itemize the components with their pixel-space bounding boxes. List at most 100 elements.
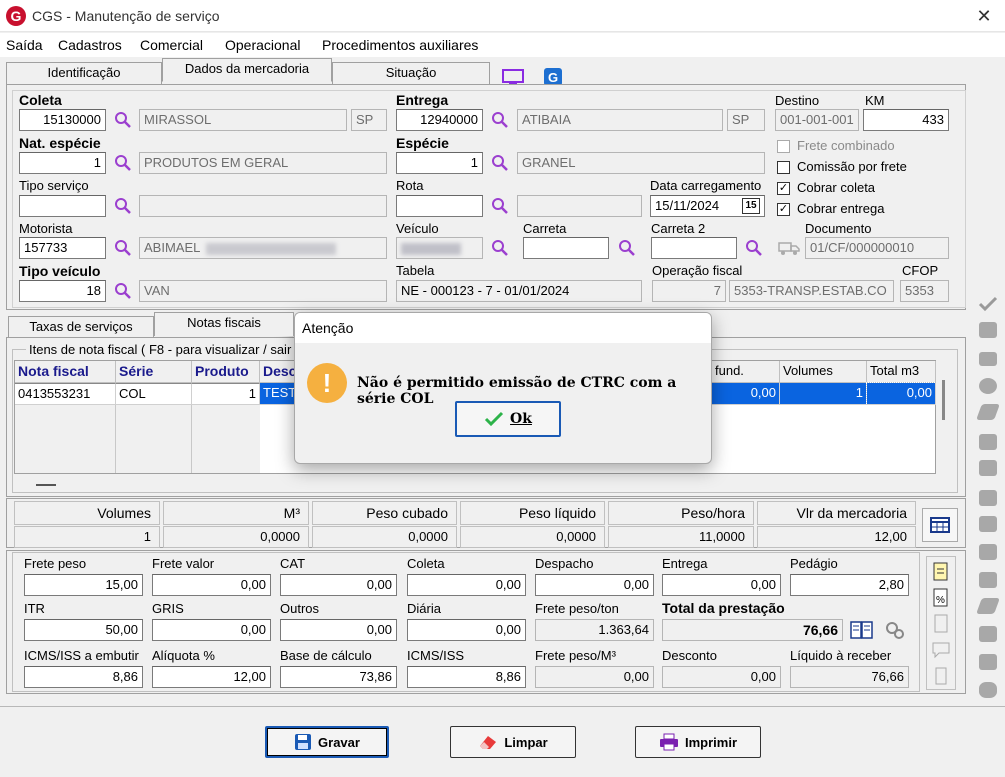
robot-icon[interactable] <box>979 322 997 338</box>
clear-button[interactable]: Limpar <box>450 726 576 758</box>
tab-identificacao[interactable]: Identificação <box>6 62 162 84</box>
despacho-input[interactable]: 0,00 <box>535 574 654 596</box>
veiculo-input[interactable] <box>396 237 483 259</box>
close-icon[interactable]: ✕ <box>972 4 996 28</box>
tab-label: Identificação <box>47 65 121 80</box>
frete-valor-input[interactable]: 0,00 <box>152 574 271 596</box>
diaria-input[interactable]: 0,00 <box>407 619 526 641</box>
gris-input[interactable]: 0,00 <box>152 619 271 641</box>
forward-doc-icon[interactable] <box>979 434 997 450</box>
menu-procedimentos[interactable]: Procedimentos auxiliares <box>322 37 478 53</box>
frete-peso-input[interactable]: 15,00 <box>24 574 143 596</box>
nat-especie-code-input[interactable]: 1 <box>19 152 106 174</box>
cell-produto[interactable]: 1 <box>192 383 260 405</box>
carreta-input[interactable] <box>523 237 609 259</box>
percent-doc-icon[interactable]: % <box>932 588 950 608</box>
col-fund[interactable]: fund. <box>712 361 780 383</box>
sum-vlr-mercadoria: 12,00 <box>757 526 916 548</box>
search-icon[interactable] <box>745 239 763 257</box>
tipo-veiculo-code-input[interactable]: 18 <box>19 280 106 302</box>
col-total-m3[interactable]: Total m3 <box>867 361 936 383</box>
pedagio-input[interactable]: 2,80 <box>790 574 909 596</box>
device-icon[interactable] <box>932 666 950 686</box>
puzzle-icon[interactable] <box>979 516 997 532</box>
aliquota-input[interactable]: 12,00 <box>152 666 271 688</box>
circle-icon[interactable] <box>979 378 997 394</box>
base-calculo-input[interactable]: 73,86 <box>280 666 397 688</box>
search-icon[interactable] <box>114 197 132 215</box>
carreta2-input[interactable] <box>651 237 737 259</box>
sum-header: Peso líquido <box>460 501 605 525</box>
cobrar-coleta-checkbox[interactable]: ✓ <box>777 182 790 195</box>
ciot-icon[interactable] <box>979 352 997 366</box>
tabela-field[interactable]: NE - 000123 - 7 - 01/01/2024 <box>396 280 642 302</box>
warning-icon: ! <box>307 363 347 403</box>
icms-embutir-input[interactable]: 8,86 <box>24 666 143 688</box>
search-icon[interactable] <box>618 239 636 257</box>
entrega-valor-input[interactable]: 0,00 <box>662 574 781 596</box>
col-volumes[interactable]: Volumes <box>780 361 867 383</box>
cobrar-entrega-checkbox[interactable]: ✓ <box>777 203 790 216</box>
cell-fund[interactable]: 0,00 <box>712 383 780 405</box>
search-icon[interactable] <box>491 197 509 215</box>
search-icon[interactable] <box>114 154 132 172</box>
book-icon[interactable] <box>850 620 876 640</box>
col-serie[interactable]: Série <box>116 361 192 383</box>
cell-total-m3[interactable]: 0,00 <box>866 382 937 406</box>
cell-desc[interactable]: TEST <box>260 383 296 405</box>
tab-situacao[interactable]: Situação <box>332 62 490 84</box>
print-button[interactable]: Imprimir <box>635 726 761 758</box>
search-icon[interactable] <box>491 239 509 257</box>
settings-icon[interactable] <box>884 620 906 640</box>
truck-icon[interactable] <box>778 240 800 256</box>
copy-icon[interactable] <box>979 460 997 476</box>
comissao-checkbox[interactable] <box>777 161 790 174</box>
calendar-icon[interactable]: 15 <box>742 198 760 214</box>
cell-serie[interactable]: COL <box>116 383 192 405</box>
tab-taxas-servicos[interactable]: Taxas de serviços <box>8 316 154 338</box>
calculator-icon[interactable] <box>932 614 950 634</box>
tab-notas-fiscais[interactable]: Notas fiscais <box>154 312 294 336</box>
book-open-icon[interactable] <box>979 626 997 642</box>
col-produto[interactable]: Produto <box>192 361 260 383</box>
icms-iss-input[interactable]: 8,86 <box>407 666 526 688</box>
tab-dados-mercadoria[interactable]: Dados da mercadoria <box>162 58 332 82</box>
documents-icon[interactable] <box>979 654 997 670</box>
save-button[interactable]: Gravar <box>265 726 389 758</box>
check-icon[interactable] <box>978 296 998 312</box>
document-icon[interactable] <box>932 562 950 582</box>
itr-input[interactable]: 50,00 <box>24 619 143 641</box>
motorista-code-input[interactable]: 157733 <box>19 237 106 259</box>
scrollbar-thumb[interactable] <box>942 380 945 420</box>
search-icon[interactable] <box>491 154 509 172</box>
search-icon[interactable] <box>114 239 132 257</box>
coleta-code-input[interactable]: 15130000 <box>19 109 106 131</box>
comment-icon[interactable] <box>931 640 951 660</box>
menu-operacional[interactable]: Operacional <box>225 37 301 53</box>
coleta-valor-input[interactable]: 0,00 <box>407 574 526 596</box>
pen-icon[interactable] <box>979 544 997 560</box>
outros-input[interactable]: 0,00 <box>280 619 397 641</box>
frete-combinado-checkbox[interactable] <box>777 140 790 153</box>
col-nota-fiscal[interactable]: Nota fiscal <box>15 361 116 383</box>
rota-input[interactable] <box>396 195 483 217</box>
especie-code-input[interactable]: 1 <box>396 152 483 174</box>
menu-cadastros[interactable]: Cadastros <box>58 37 122 53</box>
menu-comercial[interactable]: Comercial <box>140 37 203 53</box>
cell-volumes[interactable]: 1 <box>780 383 867 405</box>
search-icon[interactable] <box>114 111 132 129</box>
entrega-code-input[interactable]: 12940000 <box>396 109 483 131</box>
km-input[interactable]: 433 <box>863 109 949 131</box>
col-desc[interactable]: Desc <box>260 361 296 383</box>
tipo-servico-input[interactable] <box>19 195 106 217</box>
hand-icon[interactable] <box>979 490 997 506</box>
menu-saida[interactable]: Saída <box>6 37 43 53</box>
calculator-button[interactable] <box>922 508 958 542</box>
cat-input[interactable]: 0,00 <box>280 574 397 596</box>
cell-nota[interactable]: 0413553231 <box>15 383 116 405</box>
map-icon[interactable] <box>979 682 997 698</box>
report-icon[interactable] <box>979 572 997 588</box>
search-icon[interactable] <box>114 282 132 300</box>
search-icon[interactable] <box>491 111 509 129</box>
ok-button[interactable]: Ok <box>455 401 561 437</box>
